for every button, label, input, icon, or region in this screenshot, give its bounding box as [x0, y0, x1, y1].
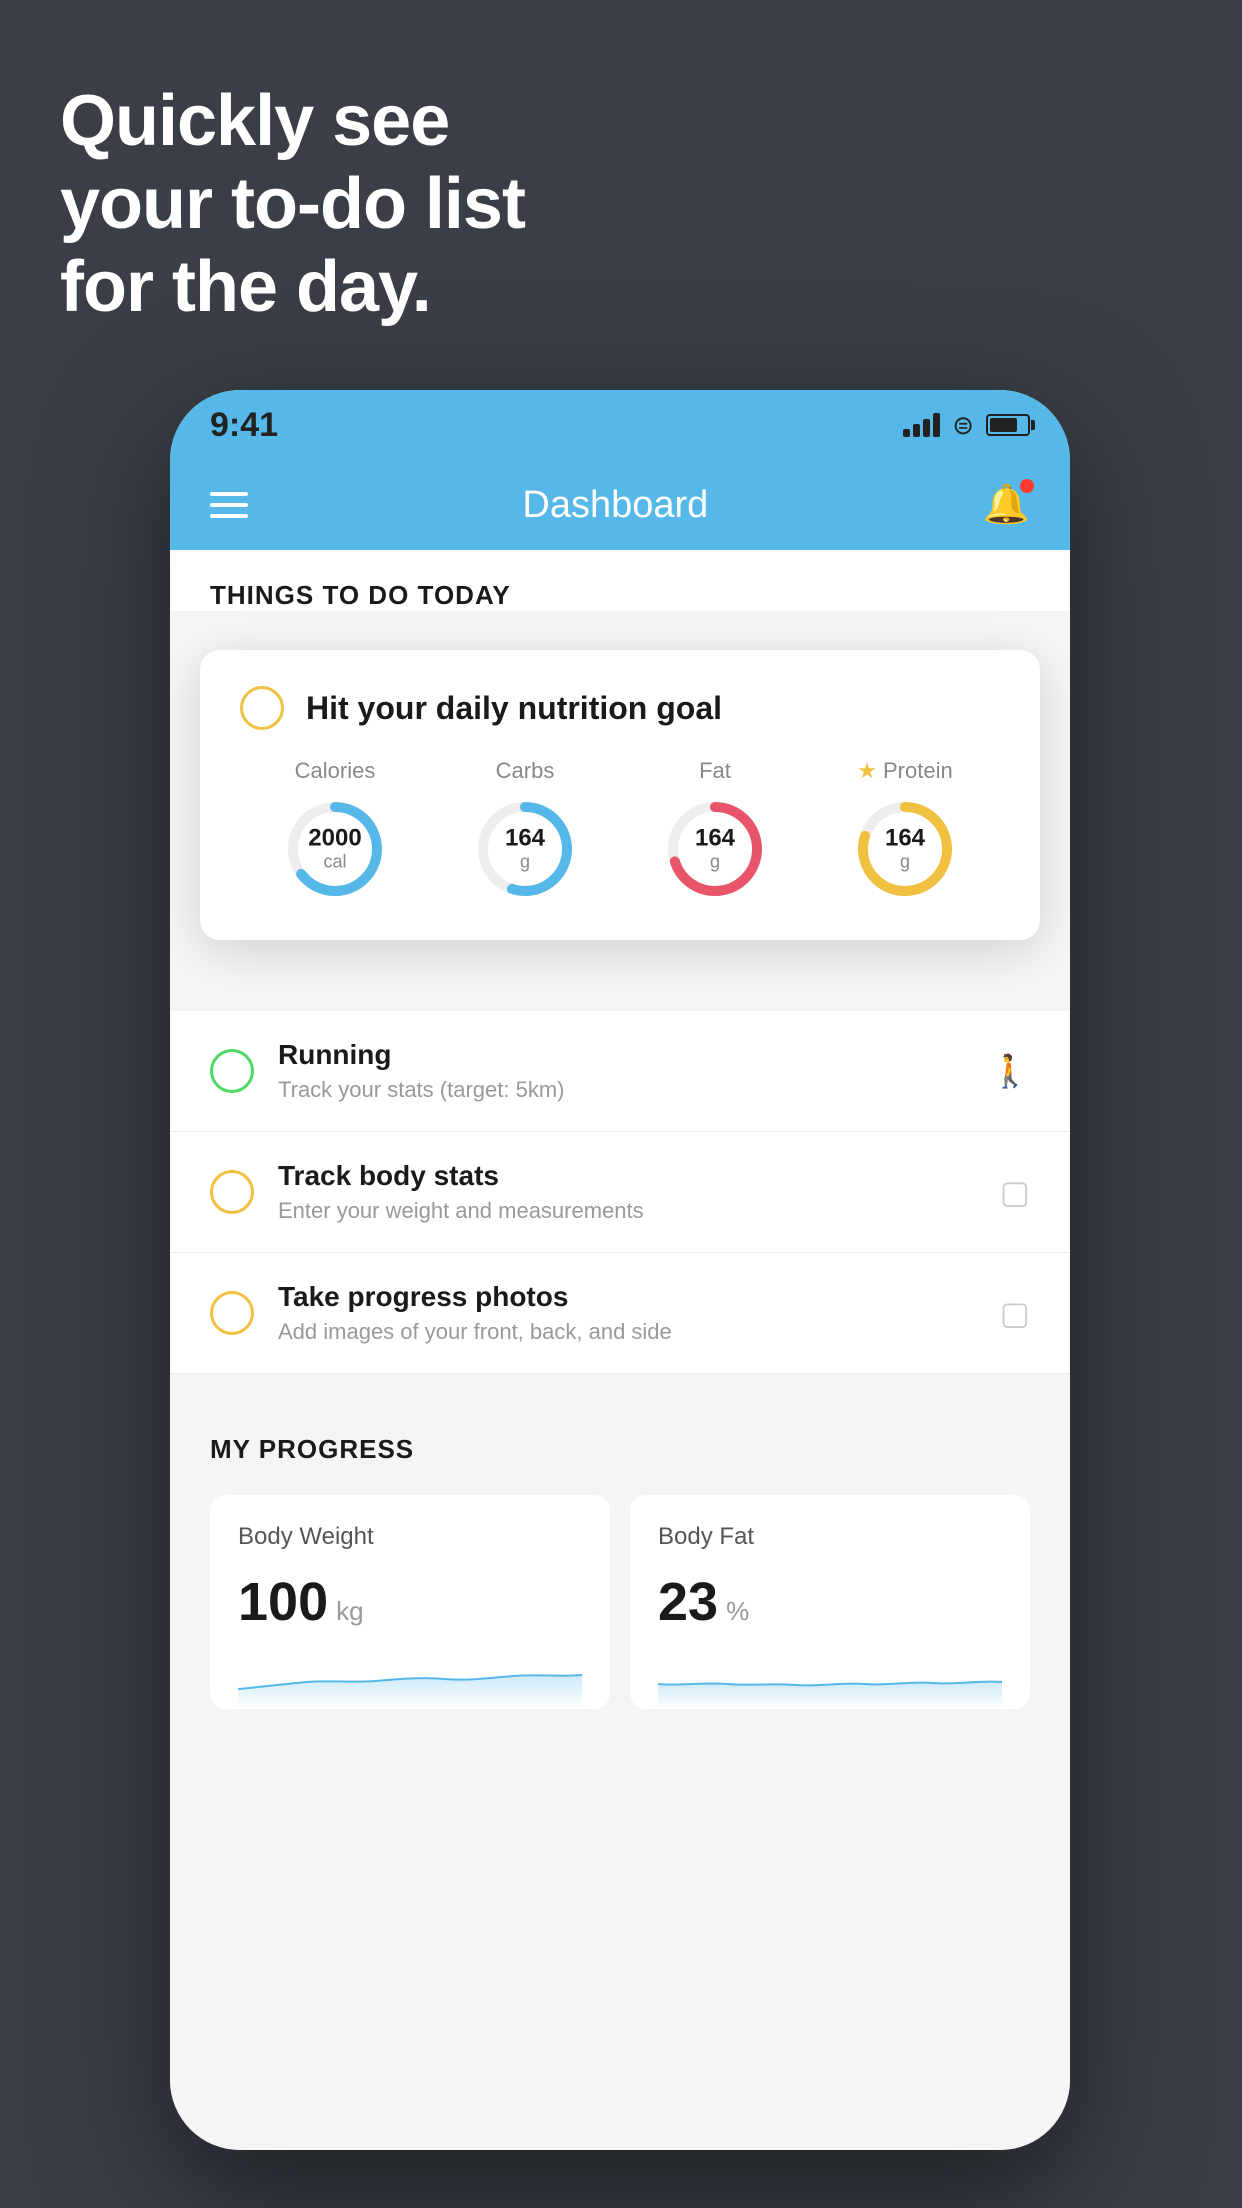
running-content: Running Track your stats (target: 5km) [278, 1039, 966, 1103]
header-title: Dashboard [522, 484, 708, 527]
hero-line2: your to-do list [60, 163, 525, 246]
body-weight-value: 100 kg [238, 1571, 582, 1633]
hero-line3: for the day. [60, 246, 525, 329]
hero-line1: Quickly see [60, 80, 525, 163]
bodystats-subtitle: Enter your weight and measurements [278, 1198, 976, 1224]
nutrition-card-title: Hit your daily nutrition goal [306, 690, 722, 727]
protein-label: ★ Protein [857, 758, 952, 784]
body-fat-card[interactable]: Body Fat 23 % [630, 1495, 1030, 1709]
protein-donut: 164 g [850, 794, 960, 904]
list-item[interactable]: Running Track your stats (target: 5km) 🚶 [170, 1011, 1070, 1132]
progress-cards: Body Weight 100 kg [210, 1495, 1030, 1709]
calories-label: Calories [295, 758, 376, 784]
calories-donut: 2000 cal [280, 794, 390, 904]
things-section: THINGS TO DO TODAY [170, 550, 1070, 611]
bodystats-title: Track body stats [278, 1160, 976, 1192]
status-time: 9:41 [210, 406, 278, 445]
status-bar: 9:41 ⊜ [170, 390, 1070, 460]
fat-donut: 164 g [660, 794, 770, 904]
protein-stat: ★ Protein 164 g [850, 758, 960, 904]
body-weight-label: Body Weight [238, 1523, 582, 1551]
carbs-donut: 164 g [470, 794, 580, 904]
app-header: Dashboard 🔔 [170, 460, 1070, 550]
photos-title: Take progress photos [278, 1281, 976, 1313]
carbs-stat: Carbs 164 g [470, 758, 580, 904]
fat-stat: Fat 164 g [660, 758, 770, 904]
calories-stat: Calories 2000 cal [280, 758, 390, 904]
body-fat-value: 23 % [658, 1571, 1002, 1633]
list-item[interactable]: Track body stats Enter your weight and m… [170, 1132, 1070, 1253]
photo-icon: ▢ [1000, 1294, 1030, 1332]
running-checkbox[interactable] [210, 1049, 254, 1093]
fat-label: Fat [699, 758, 731, 784]
shoe-icon: 🚶 [990, 1052, 1030, 1090]
photos-checkbox[interactable] [210, 1291, 254, 1335]
carbs-label: Carbs [496, 758, 555, 784]
phone-frame: 9:41 ⊜ Dashboard 🔔 [170, 390, 1070, 2150]
carbs-value: 164 [505, 825, 545, 851]
status-icons: ⊜ [903, 410, 1030, 441]
notification-dot [1020, 479, 1034, 493]
nutrition-checkbox[interactable] [240, 686, 284, 730]
battery-icon [986, 414, 1030, 436]
todo-list: Running Track your stats (target: 5km) 🚶… [170, 1011, 1070, 1374]
signal-icon [903, 413, 940, 437]
nutrition-card[interactable]: Hit your daily nutrition goal Calories 2… [200, 650, 1040, 940]
progress-title: MY PROGRESS [210, 1434, 1030, 1465]
photos-content: Take progress photos Add images of your … [278, 1281, 976, 1345]
star-icon: ★ [857, 758, 877, 784]
things-title: THINGS TO DO TODAY [210, 580, 1030, 611]
body-weight-card[interactable]: Body Weight 100 kg [210, 1495, 610, 1709]
hero-text: Quickly see your to-do list for the day. [60, 80, 525, 328]
photos-subtitle: Add images of your front, back, and side [278, 1319, 976, 1345]
running-subtitle: Track your stats (target: 5km) [278, 1077, 966, 1103]
protein-value: 164 [885, 825, 925, 851]
body-fat-chart [658, 1649, 1002, 1709]
body-weight-chart [238, 1649, 582, 1709]
calories-value: 2000 [308, 825, 361, 851]
list-item[interactable]: Take progress photos Add images of your … [170, 1253, 1070, 1374]
progress-section: MY PROGRESS Body Weight 100 kg [170, 1394, 1070, 1729]
scale-icon: ▢ [1000, 1173, 1030, 1211]
phone-content: THINGS TO DO TODAY Hit your daily nutrit… [170, 550, 1070, 2150]
wifi-icon: ⊜ [952, 410, 974, 441]
notification-button[interactable]: 🔔 [983, 483, 1030, 527]
body-fat-label: Body Fat [658, 1523, 1002, 1551]
bodystats-content: Track body stats Enter your weight and m… [278, 1160, 976, 1224]
menu-button[interactable] [210, 492, 248, 518]
bodystats-checkbox[interactable] [210, 1170, 254, 1214]
running-title: Running [278, 1039, 966, 1071]
nutrition-card-header: Hit your daily nutrition goal [240, 686, 1000, 730]
nutrition-stats: Calories 2000 cal Carbs [240, 758, 1000, 904]
fat-value: 164 [695, 825, 735, 851]
